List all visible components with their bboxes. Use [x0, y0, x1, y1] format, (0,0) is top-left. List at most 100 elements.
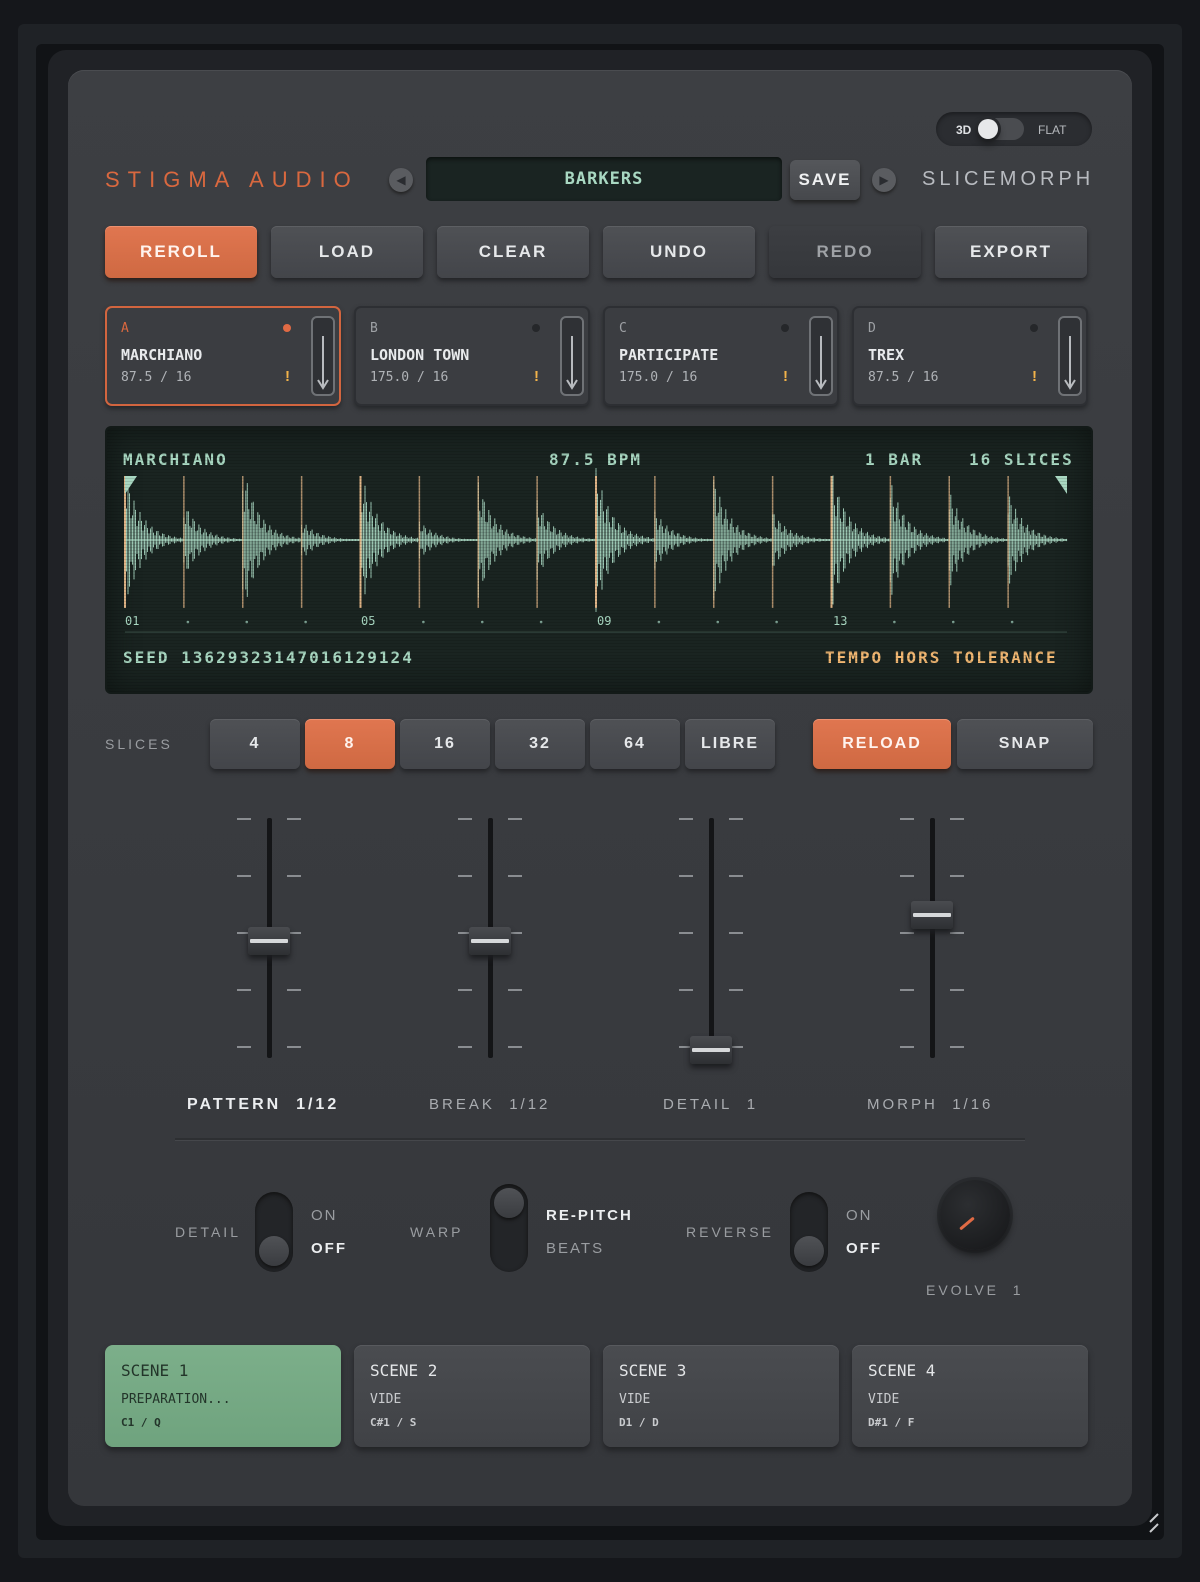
- warp-switch[interactable]: [490, 1184, 528, 1272]
- waveform-display[interactable]: MARCHIANO 87.5 BPM 1 BAR 16 SLICES 01 05…: [105, 426, 1093, 694]
- fader-cap[interactable]: [690, 1036, 732, 1064]
- fader-tick: [287, 989, 301, 991]
- fader-cap[interactable]: [248, 927, 290, 955]
- reverse-off-option[interactable]: OFF: [846, 1240, 882, 1257]
- load-button[interactable]: LOAD: [271, 226, 423, 278]
- scene-title: SCENE 2: [370, 1361, 438, 1380]
- break-fader-label: BREAK 1/12: [429, 1096, 550, 1113]
- reverse-on-option[interactable]: ON: [846, 1207, 873, 1224]
- fader-tick: [237, 1046, 251, 1048]
- scene-4-pad[interactable]: SCENE 4 VIDE D#1 / F: [852, 1345, 1088, 1447]
- slice-dot: [893, 620, 896, 624]
- slice-dot: [422, 620, 425, 624]
- fader-rail[interactable]: [930, 818, 935, 1058]
- slot-tempo-slices: 175.0 / 16: [370, 370, 449, 385]
- sample-slot-c[interactable]: C PARTICIPATE 175.0 / 16 !: [603, 306, 839, 406]
- slot-warning-icon: !: [285, 368, 290, 385]
- slices-libre-button[interactable]: LIBRE: [685, 719, 775, 769]
- reload-button[interactable]: RELOAD: [813, 719, 951, 769]
- break-fader[interactable]: [450, 818, 530, 1064]
- slot-letter: D: [868, 321, 876, 336]
- fader-tick: [458, 1046, 472, 1048]
- scene-status: VIDE: [619, 1392, 651, 1407]
- slot-letter: B: [370, 321, 378, 336]
- slices-32-button[interactable]: 32: [495, 719, 585, 769]
- reverse-switch-label: REVERSE: [686, 1224, 774, 1240]
- morph-fader[interactable]: [892, 818, 972, 1064]
- slot-tempo-slices: 87.5 / 16: [121, 370, 192, 385]
- fader-tick: [508, 875, 522, 877]
- fader-cap[interactable]: [469, 927, 511, 955]
- view-toggle-track[interactable]: [976, 118, 1024, 140]
- slices-64-button[interactable]: 64: [590, 719, 680, 769]
- sample-slot-a[interactable]: A MARCHIANO 87.5 / 16 !: [105, 306, 341, 406]
- warp-beats-option[interactable]: BEATS: [546, 1240, 604, 1257]
- view-mode-toggle[interactable]: 3D FLAT: [936, 112, 1092, 146]
- fader-tick: [679, 875, 693, 877]
- fader-tick: [729, 818, 743, 820]
- detail-on-option[interactable]: ON: [311, 1207, 338, 1224]
- morph-fader-label: MORPH 1/16: [867, 1096, 993, 1113]
- scene-title: SCENE 1: [121, 1361, 189, 1380]
- fader-name: DETAIL: [663, 1096, 733, 1113]
- slot-sample-name: MARCHIANO: [121, 346, 203, 364]
- pattern-fader[interactable]: [229, 818, 309, 1064]
- export-button[interactable]: EXPORT: [935, 226, 1087, 278]
- fader-tick: [679, 989, 693, 991]
- fader-tick: [237, 818, 251, 820]
- scene-3-pad[interactable]: SCENE 3 VIDE D1 / D: [603, 1345, 839, 1447]
- scene-title: SCENE 3: [619, 1361, 687, 1380]
- resize-grip-icon[interactable]: [1132, 1506, 1162, 1536]
- slot-warning-icon: !: [1032, 368, 1037, 385]
- evolve-value: 1: [1012, 1282, 1024, 1298]
- clear-button[interactable]: CLEAR: [437, 226, 589, 278]
- slices-16-button[interactable]: 16: [400, 719, 490, 769]
- slot-sample-name: PARTICIPATE: [619, 346, 719, 364]
- evolve-name: EVOLVE: [926, 1282, 999, 1298]
- fader-value: 1/12: [509, 1096, 551, 1113]
- detail-off-option[interactable]: OFF: [311, 1240, 347, 1257]
- scene-key-mapping: C#1 / S: [370, 1416, 417, 1429]
- fader-rail[interactable]: [709, 818, 714, 1058]
- sample-slot-b[interactable]: B LONDON TOWN 175.0 / 16 !: [354, 306, 590, 406]
- sample-slot-d[interactable]: D TREX 87.5 / 16 !: [852, 306, 1088, 406]
- fader-name: PATTERN: [187, 1096, 282, 1113]
- next-preset-button[interactable]: ▶: [872, 168, 896, 192]
- undo-button[interactable]: UNDO: [603, 226, 755, 278]
- slot-drag-handle[interactable]: [560, 316, 584, 396]
- view-toggle-knob[interactable]: [978, 119, 998, 139]
- preset-name-display[interactable]: BARKERS: [426, 157, 782, 201]
- scene-2-pad[interactable]: SCENE 2 VIDE C#1 / S: [354, 1345, 590, 1447]
- switch-nub[interactable]: [259, 1236, 289, 1266]
- warp-repitch-option[interactable]: RE-PITCH: [546, 1207, 633, 1224]
- scene-1-pad[interactable]: SCENE 1 PREPARATION... C1 / Q: [105, 1345, 341, 1447]
- switch-nub[interactable]: [794, 1236, 824, 1266]
- fader-value: 1/16: [952, 1096, 994, 1113]
- slot-drag-handle[interactable]: [311, 316, 335, 396]
- slot-drag-handle[interactable]: [809, 316, 833, 396]
- snap-button[interactable]: SNAP: [957, 719, 1093, 769]
- fader-name: MORPH: [867, 1096, 938, 1113]
- fader-cap[interactable]: [911, 900, 953, 929]
- evolve-knob[interactable]: [940, 1180, 1010, 1250]
- fader-tick: [950, 875, 964, 877]
- detail-fader[interactable]: [671, 818, 751, 1064]
- reroll-button[interactable]: REROLL: [105, 226, 257, 278]
- fader-value: 1: [746, 1096, 759, 1113]
- fader-name: BREAK: [429, 1096, 495, 1113]
- prev-preset-button[interactable]: ◀: [389, 168, 413, 192]
- slot-drag-handle[interactable]: [1058, 316, 1082, 396]
- scene-title: SCENE 4: [868, 1361, 936, 1380]
- view-3d-label: 3D: [956, 123, 972, 137]
- switch-nub[interactable]: [494, 1188, 524, 1218]
- fader-tick: [900, 875, 914, 877]
- slot-letter: A: [121, 321, 129, 336]
- slices-4-button[interactable]: 4: [210, 719, 300, 769]
- slot-warning-icon: !: [783, 368, 788, 385]
- detail-switch[interactable]: [255, 1192, 293, 1272]
- save-button[interactable]: SAVE: [790, 160, 860, 200]
- redo-button[interactable]: REDO: [769, 226, 921, 278]
- slices-8-button[interactable]: 8: [305, 719, 395, 769]
- reverse-switch[interactable]: [790, 1192, 828, 1272]
- slot-sample-name: LONDON TOWN: [370, 346, 470, 364]
